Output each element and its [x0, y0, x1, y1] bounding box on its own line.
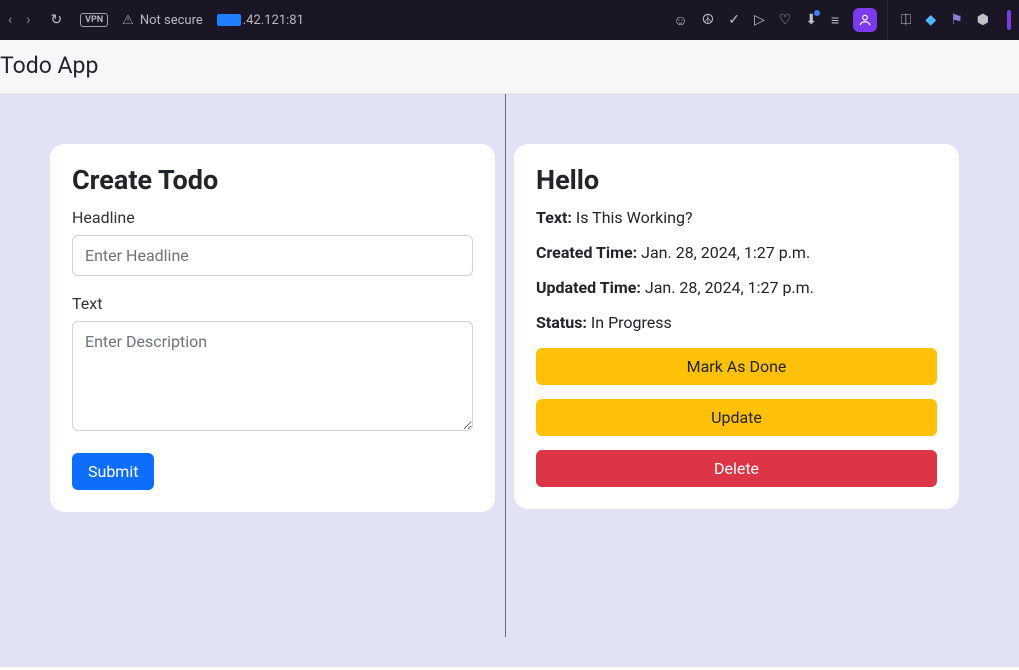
ip-redacted-block — [217, 14, 241, 26]
todo-updated-value: Jan. 28, 2024, 1:27 p.m. — [645, 278, 814, 297]
todo-card: Hello Text: Is This Working? Created Tim… — [514, 144, 959, 509]
create-card: Create Todo Headline Text Submit — [50, 144, 495, 512]
camera-icon[interactable]: ☮ — [702, 12, 715, 28]
settings-sliders-icon[interactable]: ≡ — [831, 12, 839, 29]
sidebar-toggle-icon[interactable] — [1007, 10, 1011, 30]
browser-chrome: ‹ › ↻ VPN ⚠ Not secure .42.121:81 ☺ ☮ ✓ … — [0, 0, 1019, 40]
todo-updated-label: Updated Time: — [536, 278, 641, 297]
update-button[interactable]: Update — [536, 399, 937, 436]
create-title: Create Todo — [72, 164, 473, 196]
nav-arrows: ‹ › ↻ — [8, 12, 62, 28]
reload-icon[interactable]: ↻ — [50, 12, 62, 28]
todo-text-line: Text: Is This Working? — [536, 208, 937, 227]
headline-input[interactable] — [72, 235, 473, 276]
smiley-icon[interactable]: ☺ — [673, 12, 687, 29]
heart-icon[interactable]: ♡ — [779, 12, 792, 28]
cube-icon[interactable]: ⬢ — [977, 12, 989, 28]
not-secure-label: Not secure — [140, 13, 203, 28]
todo-status-value: In Progress — [591, 313, 672, 332]
delete-button[interactable]: Delete — [536, 450, 937, 487]
warning-icon: ⚠ — [122, 13, 134, 28]
address-text: .42.121:81 — [243, 13, 304, 28]
app-title: Todo App — [0, 52, 1015, 79]
column-divider — [505, 94, 506, 637]
headline-label: Headline — [72, 208, 473, 227]
todo-updated-line: Updated Time: Jan. 28, 2024, 1:27 p.m. — [536, 278, 937, 297]
address-bar[interactable]: .42.121:81 — [217, 13, 304, 28]
todo-created-value: Jan. 28, 2024, 1:27 p.m. — [641, 243, 810, 262]
todo-text-label: Text: — [536, 208, 572, 227]
todo-status-line: Status: In Progress — [536, 313, 937, 332]
toolbar-icons: ☺ ☮ ✓ ▷ ♡ ⬇ ≡ — [673, 8, 877, 32]
vpn-badge[interactable]: VPN — [80, 13, 108, 27]
app-header: Todo App — [0, 40, 1019, 94]
forward-icon[interactable]: › — [26, 12, 30, 28]
todo-text-value: Is This Working? — [576, 208, 693, 227]
play-icon[interactable]: ▷ — [754, 12, 765, 28]
pocket-icon[interactable]: ⎅ — [900, 12, 911, 28]
todo-status-label: Status: — [536, 313, 587, 332]
description-textarea[interactable] — [72, 321, 473, 431]
extensions-panel: ⎅ ◆ ⚑ ⬢ — [887, 0, 1011, 40]
todo-title: Hello — [536, 164, 937, 196]
diamond-icon[interactable]: ◆ — [925, 12, 936, 28]
mark-done-button[interactable]: Mark As Done — [536, 348, 937, 385]
user-icon[interactable] — [853, 8, 877, 32]
shield-check-icon[interactable]: ✓ — [728, 12, 740, 28]
todo-created-label: Created Time: — [536, 243, 637, 262]
text-label: Text — [72, 294, 473, 313]
detail-column: Hello Text: Is This Working? Created Tim… — [514, 144, 959, 637]
submit-button[interactable]: Submit — [72, 453, 154, 490]
create-column: Create Todo Headline Text Submit — [50, 144, 495, 637]
security-indicator[interactable]: ⚠ Not secure — [122, 13, 203, 28]
bookmark-icon[interactable]: ⚑ — [950, 12, 963, 28]
main-content: Create Todo Headline Text Submit Hello T… — [0, 94, 1019, 667]
download-icon[interactable]: ⬇ — [805, 12, 817, 28]
todo-created-line: Created Time: Jan. 28, 2024, 1:27 p.m. — [536, 243, 937, 262]
back-icon[interactable]: ‹ — [8, 12, 12, 28]
